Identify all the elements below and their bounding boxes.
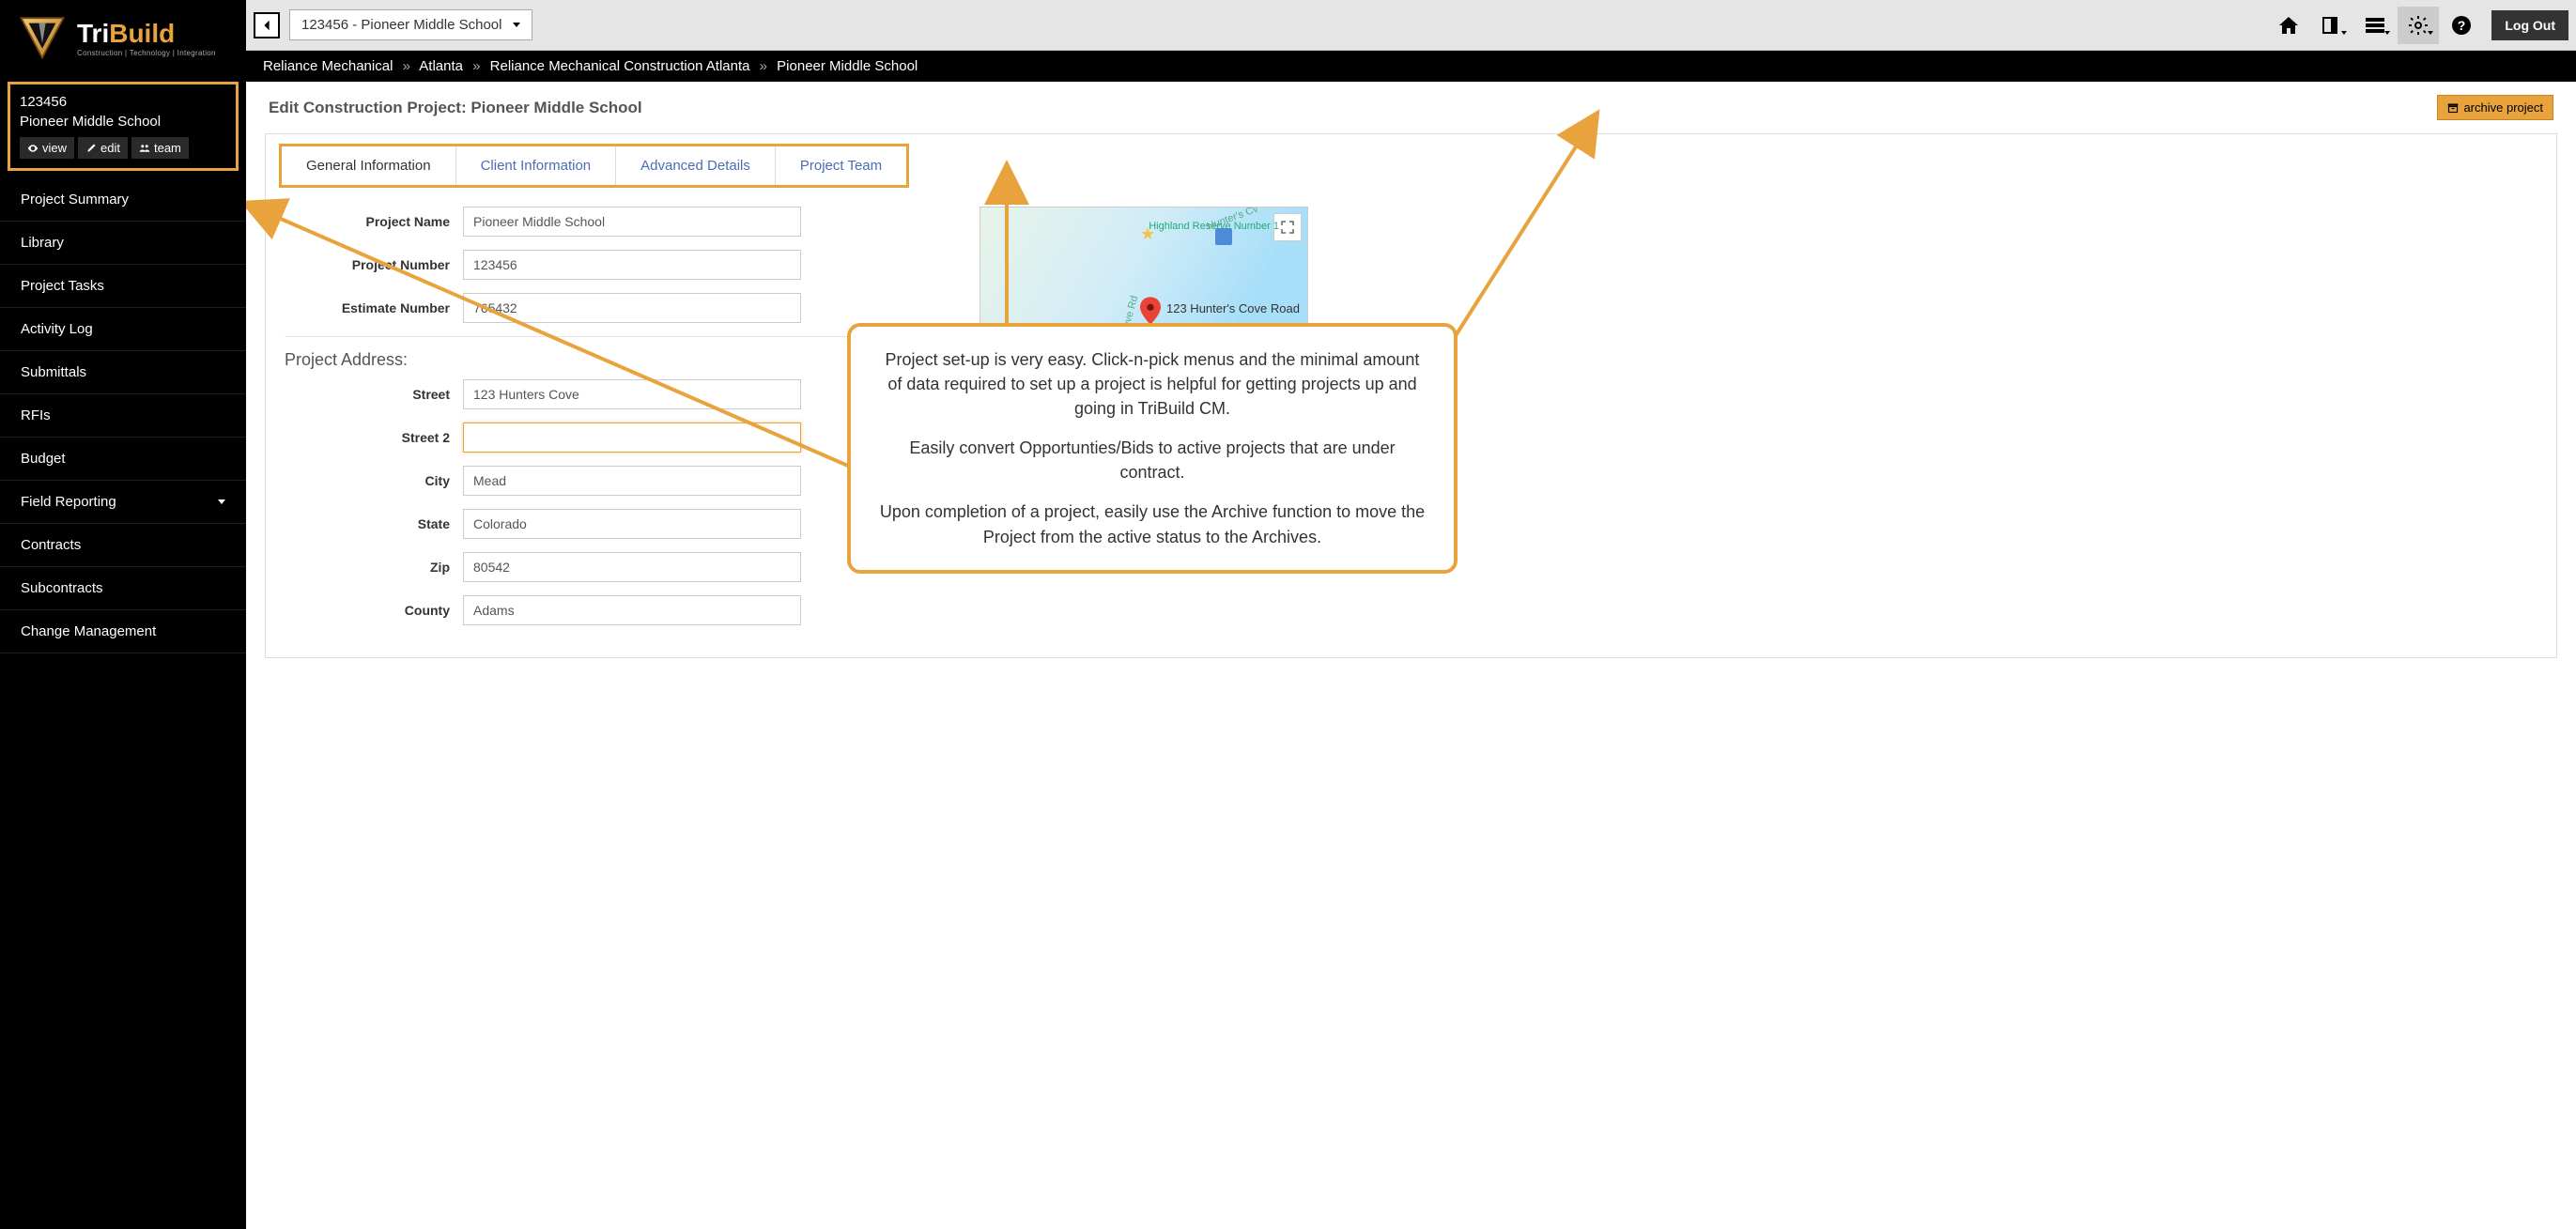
team-button[interactable]: team: [131, 137, 189, 159]
project-name-input[interactable]: [463, 207, 801, 237]
brand-name: TriBuild: [77, 19, 216, 49]
chevron-down-icon: [513, 23, 520, 27]
nav-project-tasks[interactable]: Project Tasks: [0, 265, 246, 308]
main: 123456 - Pioneer Middle School ? Log Out…: [246, 0, 2576, 1229]
page-title: Edit Construction Project: Pioneer Middl…: [269, 99, 642, 117]
chevron-down-icon: [2384, 31, 2390, 35]
tab-general-information[interactable]: General Information: [282, 146, 456, 185]
view-button[interactable]: view: [20, 137, 74, 159]
street2-label: Street 2: [285, 430, 463, 445]
nav-project-summary[interactable]: Project Summary: [0, 178, 246, 222]
list-icon[interactable]: [2354, 7, 2396, 44]
nav-contracts[interactable]: Contracts: [0, 524, 246, 567]
breadcrumb: Reliance Mechanical » Atlanta » Reliance…: [246, 51, 2576, 82]
callout-text: Easily convert Opportunties/Bids to acti…: [879, 436, 1426, 484]
nav-change-management[interactable]: Change Management: [0, 610, 246, 653]
logout-button[interactable]: Log Out: [2491, 10, 2568, 40]
estimate-number-label: Estimate Number: [285, 300, 463, 315]
sidebar-nav: Project Summary Library Project Tasks Ac…: [0, 178, 246, 1229]
tabs: General Information Client Information A…: [279, 144, 909, 188]
map-pin-label: 123 Hunter's Cove Road: [1166, 301, 1300, 315]
street-label: Street: [285, 387, 463, 402]
street-input[interactable]: [463, 379, 801, 409]
zip-input[interactable]: [463, 552, 801, 582]
topbar: 123456 - Pioneer Middle School ? Log Out: [246, 0, 2576, 51]
chevron-down-icon: [2428, 31, 2433, 35]
chevron-down-icon: [218, 499, 225, 504]
tab-advanced-details[interactable]: Advanced Details: [616, 146, 776, 185]
callout-box: Project set-up is very easy. Click-n-pic…: [847, 323, 1458, 574]
nav-field-reporting[interactable]: Field Reporting: [0, 481, 246, 524]
nav-budget[interactable]: Budget: [0, 438, 246, 481]
breadcrumb-part[interactable]: Reliance Mechanical Construction Atlanta: [490, 58, 750, 74]
project-number-input[interactable]: [463, 250, 801, 280]
city-input[interactable]: [463, 466, 801, 496]
nav-submittals[interactable]: Submittals: [0, 351, 246, 394]
settings-icon[interactable]: [2398, 7, 2439, 44]
nav-activity-log[interactable]: Activity Log: [0, 308, 246, 351]
county-input[interactable]: [463, 595, 801, 625]
panel-icon[interactable]: [2311, 7, 2352, 44]
breadcrumb-part[interactable]: Atlanta: [419, 58, 463, 74]
logo[interactable]: TriBuild Construction | Technology | Int…: [0, 0, 246, 82]
county-label: County: [285, 603, 463, 618]
collapse-sidebar-button[interactable]: [254, 12, 280, 38]
project-number: 123456: [20, 94, 226, 110]
archive-project-button[interactable]: archive project: [2437, 95, 2553, 120]
project-name-label: Project Name: [285, 214, 463, 229]
callout-text: Project set-up is very easy. Click-n-pic…: [879, 347, 1426, 421]
project-number-label: Project Number: [285, 257, 463, 272]
project-selector[interactable]: 123456 - Pioneer Middle School: [289, 9, 532, 40]
tab-project-team[interactable]: Project Team: [776, 146, 906, 185]
sidebar: TriBuild Construction | Technology | Int…: [0, 0, 246, 1229]
estimate-number-input[interactable]: [463, 293, 801, 323]
city-label: City: [285, 473, 463, 488]
state-label: State: [285, 516, 463, 531]
star-icon: ★: [1140, 224, 1155, 244]
state-input[interactable]: [463, 509, 801, 539]
project-name: Pioneer Middle School: [20, 114, 226, 130]
street2-input[interactable]: [463, 422, 801, 453]
nav-library[interactable]: Library: [0, 222, 246, 265]
svg-text:?: ?: [2458, 18, 2466, 33]
breadcrumb-part[interactable]: Pioneer Middle School: [777, 58, 918, 74]
nav-rfis[interactable]: RFIs: [0, 394, 246, 438]
nav-subcontracts[interactable]: Subcontracts: [0, 567, 246, 610]
brand-tagline: Construction | Technology | Integration: [77, 49, 216, 57]
edit-button[interactable]: edit: [78, 137, 128, 159]
logo-icon: [17, 11, 68, 65]
help-icon[interactable]: ?: [2441, 7, 2482, 44]
callout-text: Upon completion of a project, easily use…: [879, 499, 1426, 548]
chevron-down-icon: [2341, 31, 2347, 35]
breadcrumb-part[interactable]: Reliance Mechanical: [263, 58, 393, 74]
tab-client-information[interactable]: Client Information: [456, 146, 617, 185]
map-avatar-icon: [1215, 228, 1232, 245]
home-icon[interactable]: [2268, 7, 2309, 44]
zip-label: Zip: [285, 560, 463, 575]
project-info-box: 123456 Pioneer Middle School view edit t…: [8, 82, 239, 171]
archive-icon: [2447, 102, 2459, 114]
